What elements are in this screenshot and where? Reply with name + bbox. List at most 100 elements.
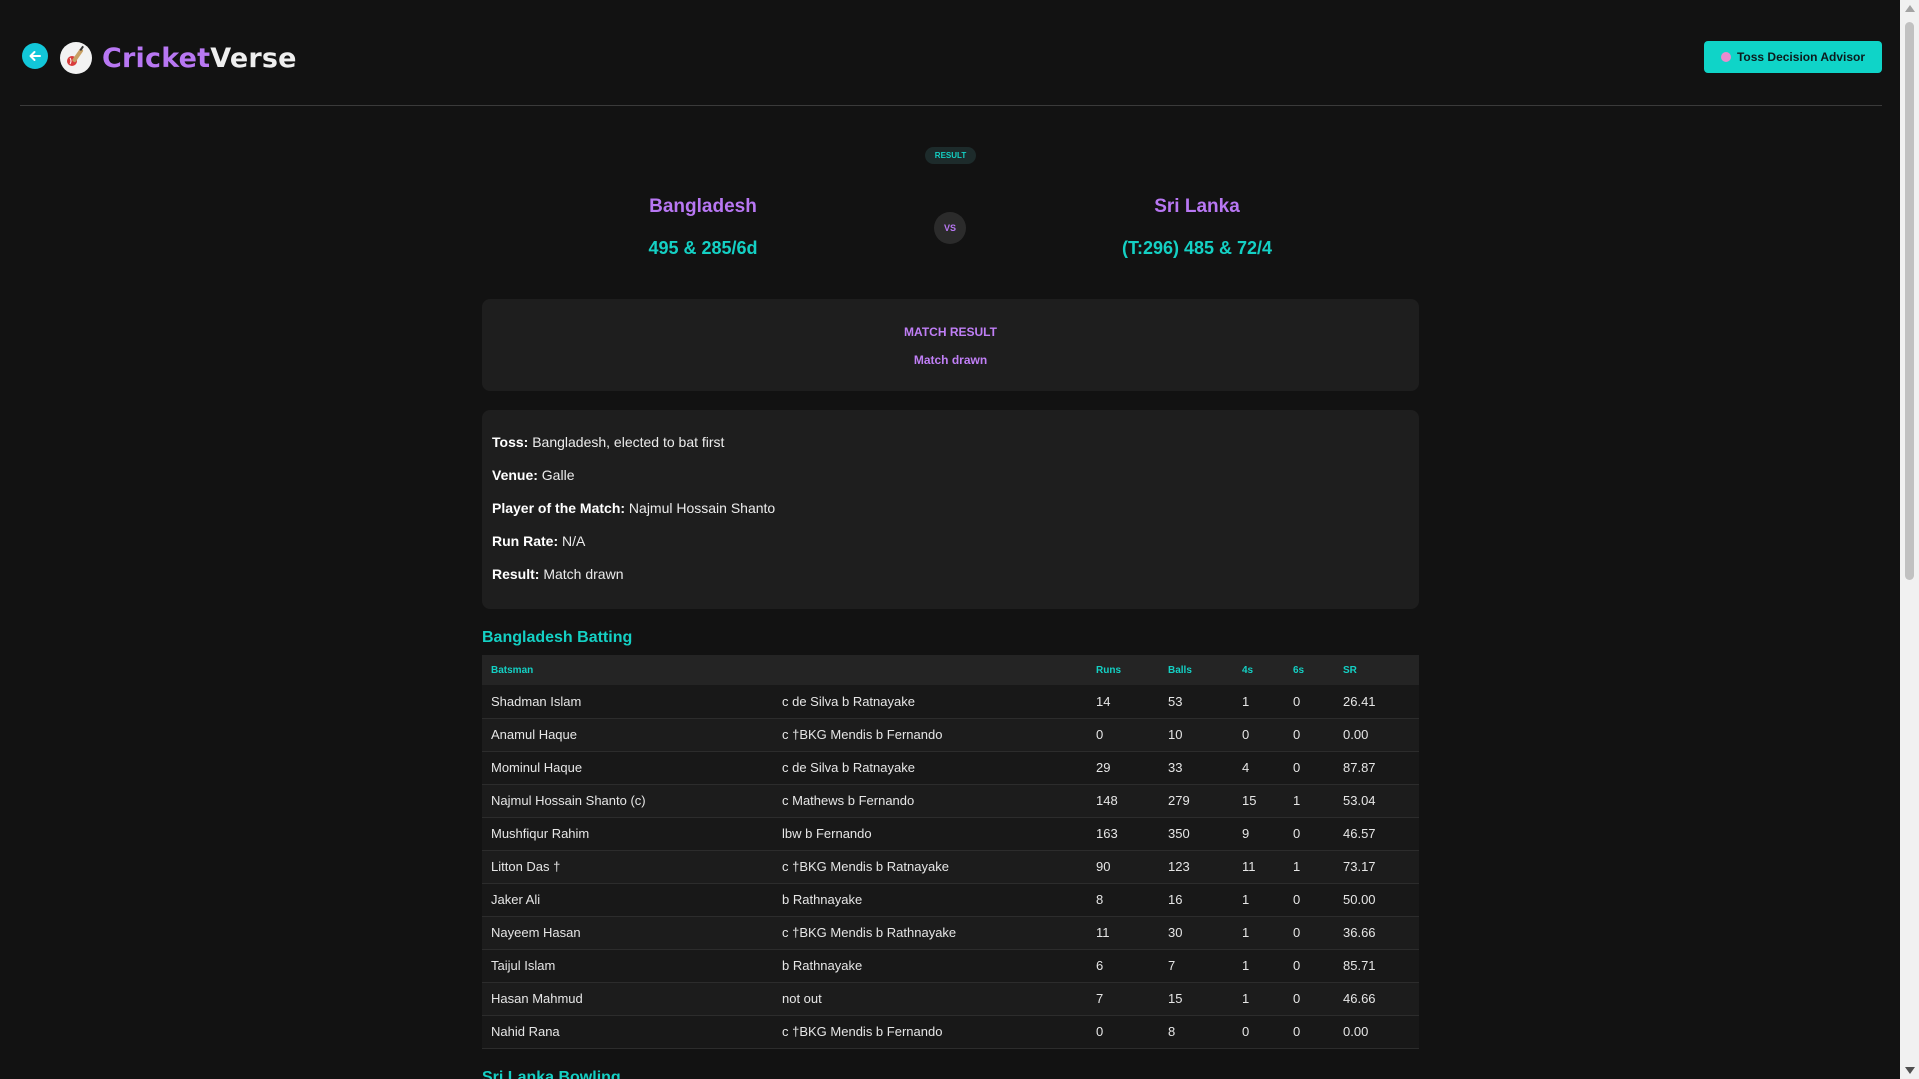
sixes: 0: [1284, 685, 1334, 719]
info-player-of-match: Player of the Match: Najmul Hossain Shan…: [492, 500, 775, 516]
scroll-down-icon[interactable]: [1905, 1067, 1915, 1074]
arrow-left-icon: [29, 51, 41, 61]
bowling-section-title: Sri Lanka Bowling: [482, 1069, 621, 1079]
sixes: 0: [1284, 817, 1334, 851]
team2-score: (T:296) 485 & 72/4: [1121, 238, 1273, 258]
scroll-up-icon[interactable]: [1905, 5, 1915, 12]
dismissal: c †BKG Mendis b Rathnayake: [773, 916, 1087, 950]
balls: 15: [1159, 982, 1233, 1016]
strike-rate: 26.41: [1334, 685, 1419, 719]
sixes: 0: [1284, 751, 1334, 785]
scroll-thumb[interactable]: [1905, 22, 1914, 580]
vs-badge: VS: [934, 212, 966, 244]
toss-button-label: Toss Decision Advisor: [1736, 50, 1866, 64]
info-venue: Venue: Galle: [492, 467, 574, 483]
table-row: Litton Das † c †BKG Mendis b Ratnayake 90 1…: [482, 850, 1419, 884]
runs: 11: [1087, 916, 1159, 950]
fours: 1: [1233, 982, 1284, 1016]
balls: 53: [1159, 685, 1233, 719]
info-run-rate: Run Rate: N/A: [492, 533, 585, 549]
runs: 8: [1087, 883, 1159, 917]
dismissal: b Rathnayake: [773, 883, 1087, 917]
fours: 0: [1233, 1015, 1284, 1049]
info-toss-label: Toss:: [492, 434, 529, 450]
fours: 11: [1233, 850, 1284, 884]
brain-icon: [1720, 52, 1731, 62]
batsman-name: Mominul Haque: [482, 751, 773, 785]
fours: 1: [1233, 949, 1284, 983]
table-row: Hasan Mahmud not out 7 15 1 0 46.66: [482, 982, 1419, 1016]
info-result-value: Match drawn: [543, 566, 624, 582]
info-venue-label: Venue:: [492, 467, 538, 483]
col-fours: 4s: [1233, 655, 1284, 685]
vertical-scrollbar[interactable]: [1900, 0, 1919, 1079]
balls: 8: [1159, 1015, 1233, 1049]
app-header: CricketVerse Toss Decision Advisor: [20, 30, 1882, 106]
balls: 10: [1159, 718, 1233, 752]
team2-name: Sri Lanka: [1154, 196, 1240, 217]
balls: 30: [1159, 916, 1233, 950]
strike-rate: 87.87: [1334, 751, 1419, 785]
runs: 90: [1087, 850, 1159, 884]
table-row: Mominul Haque c de Silva b Ratnayake 29 33 4…: [482, 751, 1419, 785]
page: CricketVerse Toss Decision Advisor RESUL…: [0, 0, 1900, 1079]
batsman-name: Anamul Haque: [482, 718, 773, 752]
batting-section-title: Bangladesh Batting: [482, 629, 633, 646]
dismissal: lbw b Fernando: [773, 817, 1087, 851]
fours: 0: [1233, 718, 1284, 752]
team1-block: Bangladesh 495 & 285/6d: [553, 196, 853, 259]
info-potm-value: Najmul Hossain Shanto: [628, 500, 776, 516]
col-balls: Balls: [1159, 655, 1233, 685]
fours: 1: [1233, 883, 1284, 917]
dismissal: c †BKG Mendis b Fernando: [773, 1015, 1087, 1049]
dismissal: c †BKG Mendis b Ratnayake: [773, 850, 1087, 884]
col-batsman: Batsman: [482, 655, 773, 685]
fours: 15: [1233, 784, 1284, 818]
batsman-name: Jaker Ali: [482, 883, 773, 917]
team1-score: 495 & 285/6d: [648, 238, 758, 258]
balls: 33: [1159, 751, 1233, 785]
match-info-card: Toss: Bangladesh, elected to bat first V…: [482, 410, 1419, 609]
batsman-name: Nayeem Hasan: [482, 916, 773, 950]
sixes: 0: [1284, 982, 1334, 1016]
table-row: Anamul Haque c †BKG Mendis b Fernando 0 10 0…: [482, 718, 1419, 752]
back-button[interactable]: [22, 43, 48, 69]
info-run-rate-value: N/A: [562, 533, 586, 549]
balls: 279: [1159, 784, 1233, 818]
info-toss-value: Bangladesh, elected to bat first: [532, 434, 725, 450]
strike-rate: 50.00: [1334, 883, 1419, 917]
strike-rate: 0.00: [1334, 718, 1419, 752]
runs: 163: [1087, 817, 1159, 851]
runs: 0: [1087, 1015, 1159, 1049]
fours: 4: [1233, 751, 1284, 785]
strike-rate: 73.17: [1334, 850, 1419, 884]
info-result-label: Result:: [492, 566, 540, 582]
sixes: 0: [1284, 949, 1334, 983]
sixes: 0: [1284, 883, 1334, 917]
runs: 7: [1087, 982, 1159, 1016]
team2-block: Sri Lanka (T:296) 485 & 72/4: [1047, 196, 1347, 259]
strike-rate: 36.66: [1334, 916, 1419, 950]
status-badge: RESULT: [925, 147, 976, 164]
balls: 350: [1159, 817, 1233, 851]
batting-table-body: Shadman Islam c de Silva b Ratnayake 14 53 1…: [482, 685, 1419, 1049]
brand-logo[interactable]: CricketVerse: [102, 43, 297, 74]
info-potm-label: Player of the Match:: [492, 500, 626, 516]
sixes: 1: [1284, 850, 1334, 884]
fours: 1: [1233, 916, 1284, 950]
sixes: 1: [1284, 784, 1334, 818]
toss-decision-advisor-button[interactable]: Toss Decision Advisor: [1704, 41, 1882, 73]
balls: 16: [1159, 883, 1233, 917]
info-run-rate-label: Run Rate:: [492, 533, 559, 549]
batsman-name: Taijul Islam: [482, 949, 773, 983]
strike-rate: 46.57: [1334, 817, 1419, 851]
match-result-card: MATCH RESULT Match drawn: [482, 299, 1419, 391]
col-strike-rate: SR: [1334, 655, 1419, 685]
team1-name: Bangladesh: [649, 196, 757, 217]
sixes: 0: [1284, 1015, 1334, 1049]
table-row: Jaker Ali b Rathnayake 8 16 1 0 50.00: [482, 883, 1419, 917]
batsman-name: Shadman Islam: [482, 685, 773, 719]
match-result-value: Match drawn: [913, 353, 988, 367]
batting-table: Batsman Runs Balls 4s 6s SR Shadman Isla…: [482, 655, 1419, 1049]
brand-part-cricket: Cricket: [102, 43, 211, 74]
